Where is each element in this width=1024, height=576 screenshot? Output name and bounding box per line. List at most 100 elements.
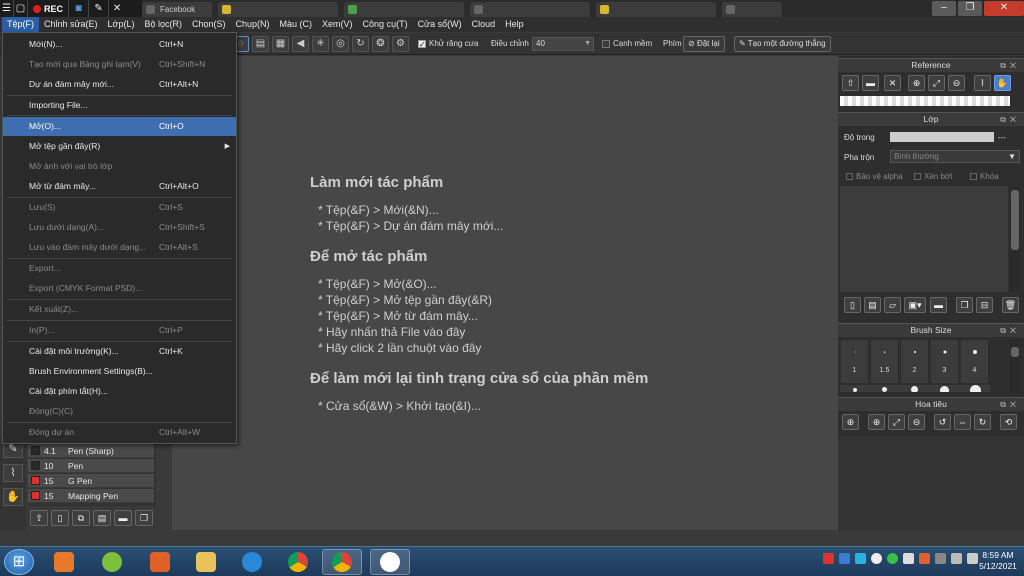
menu-view[interactable]: Xem(V) xyxy=(317,17,358,32)
new-page-icon[interactable]: ▯ xyxy=(51,510,69,526)
hand-icon[interactable]: ✋ xyxy=(3,488,23,506)
hand-icon[interactable]: ✋ xyxy=(994,75,1011,91)
menu-brush-settings[interactable]: Brush Environment Settings(B)... xyxy=(3,362,236,381)
folder-app-icon[interactable] xyxy=(186,549,226,575)
menu-window[interactable]: Cửa sổ(W) xyxy=(413,17,467,32)
browser-tab[interactable] xyxy=(218,2,338,17)
menu-color[interactable]: Màu (C) xyxy=(275,17,318,32)
folder-icon[interactable]: ▬ xyxy=(862,75,879,91)
upload-icon[interactable]: ⇧ xyxy=(30,510,48,526)
restore-icon[interactable]: ❐ xyxy=(958,1,982,16)
adjust-dropdown[interactable]: 40 ▼ xyxy=(532,37,594,51)
menu-edit[interactable]: Chỉnh sửa(E) xyxy=(39,17,103,32)
menu-cloud[interactable]: Cloud xyxy=(467,17,501,32)
tray-app-icon[interactable] xyxy=(839,553,850,564)
tray-app-icon[interactable] xyxy=(903,553,914,564)
tray-flag-icon[interactable] xyxy=(935,553,946,564)
fit-icon[interactable]: ⤢ xyxy=(928,75,945,91)
ring-icon[interactable]: ❂ xyxy=(372,36,389,52)
panel-buttons-icon[interactable]: ⧉✕ xyxy=(1000,59,1020,72)
blend-dropdown[interactable]: Bình thường ▼ xyxy=(890,150,1020,163)
chrome-icon[interactable] xyxy=(278,549,318,575)
browser-tab[interactable] xyxy=(722,2,782,17)
duplicate-icon[interactable]: ❐ xyxy=(135,510,153,526)
hatch-icon[interactable]: ▤ xyxy=(252,36,269,52)
tray-shield-icon[interactable] xyxy=(919,553,930,564)
menu-open-from-cloud[interactable]: Mở từ đám mây... Ctrl+Alt+O xyxy=(3,177,236,196)
layer-scrollbar[interactable] xyxy=(1010,186,1020,292)
merge-layer-icon[interactable]: ⊟ xyxy=(976,297,993,313)
straight-line-button[interactable]: ✎ Tạo một đường thẳng xyxy=(734,36,831,52)
brush-size-cell[interactable]: 3 xyxy=(930,339,959,384)
brush-row[interactable]: 4.1 Pen (Sharp) xyxy=(28,444,154,458)
tray-app-icon[interactable] xyxy=(871,553,882,564)
folder-icon[interactable]: ▬ xyxy=(114,510,132,526)
menu-tools[interactable]: Công cụ(T) xyxy=(358,17,413,32)
tray-v-icon[interactable] xyxy=(823,553,834,564)
brush-size-cell[interactable]: 2 xyxy=(900,339,929,384)
protect-alpha-checkbox[interactable] xyxy=(846,173,853,181)
shield-app-icon[interactable] xyxy=(140,549,180,575)
camera-icon[interactable]: ◙ xyxy=(69,0,90,17)
close-icon[interactable]: ✕ xyxy=(884,75,901,91)
reset-view-icon[interactable]: ⟲ xyxy=(1000,414,1017,430)
menu-shortcut-settings[interactable]: Cài đặt phím tắt(H)... xyxy=(3,382,236,401)
panel-buttons-icon[interactable]: ⧉✕ xyxy=(1000,113,1020,126)
lock-checkbox[interactable] xyxy=(970,173,977,181)
menu-new[interactable]: Mới(N)... Ctrl+N xyxy=(3,35,236,54)
tray-app-icon[interactable] xyxy=(855,553,866,564)
clip-studio-icon[interactable] xyxy=(370,549,410,575)
record-button[interactable]: REC xyxy=(28,0,70,17)
menu-layer[interactable]: Lớp(L) xyxy=(103,17,140,32)
menu-filter[interactable]: Bộ lọc(R) xyxy=(139,17,187,32)
tray-app-icon[interactable] xyxy=(887,553,898,564)
target-icon[interactable]: ◎ xyxy=(332,36,349,52)
browser-tab[interactable] xyxy=(470,2,590,17)
burst-icon[interactable]: ✳ xyxy=(312,36,329,52)
protect-alpha-option[interactable]: Bảo vệ alpha xyxy=(846,172,903,181)
layer-list[interactable] xyxy=(840,186,1008,292)
close-window-icon[interactable]: ✕ xyxy=(984,1,1024,16)
flip-icon[interactable]: ⇔ xyxy=(954,414,971,430)
reset-button[interactable]: ⊘ Đặt lại xyxy=(683,36,725,52)
rotate-left-icon[interactable]: ↺ xyxy=(934,414,951,430)
canvas-area[interactable]: Làm mới tác phẩm * Tệp(&F) > Mới(&N)... … xyxy=(172,56,838,530)
menu-select[interactable]: Chọn(S) xyxy=(187,17,231,32)
zoom-in-icon[interactable]: ⊕ xyxy=(868,414,885,430)
new-vector-layer-icon[interactable]: ▱ xyxy=(884,297,901,313)
edge-checkbox[interactable] xyxy=(602,39,610,48)
panel-buttons-icon[interactable]: ⧉✕ xyxy=(1000,324,1020,337)
brush-size-scrollbar[interactable] xyxy=(1010,339,1020,393)
new-layer-menu-icon[interactable]: ▣▾ xyxy=(904,297,926,313)
paint-app-icon[interactable] xyxy=(92,549,132,575)
network-icon[interactable] xyxy=(951,553,962,564)
menu-capture[interactable]: Chụp(N) xyxy=(231,17,275,32)
menu-preferences[interactable]: Cài đặt môi trường(K)... Ctrl+K xyxy=(3,342,236,361)
window-icon[interactable]: ▢ xyxy=(14,0,28,17)
browser-tab[interactable]: Facebook xyxy=(142,2,212,17)
copy-menu-icon[interactable]: ⧉ xyxy=(72,510,90,526)
clip-option[interactable]: Xén bớt xyxy=(914,172,952,181)
clip-checkbox[interactable] xyxy=(914,173,921,181)
eyedropper-icon[interactable]: ⌇ xyxy=(974,75,991,91)
brush-size-cell[interactable]: 1 xyxy=(840,339,869,384)
panel-buttons-icon[interactable]: ⧉✕ xyxy=(1000,398,1020,411)
grid-icon[interactable]: ▦ xyxy=(272,36,289,52)
trash-icon[interactable]: 🗑 xyxy=(1002,297,1019,313)
rotate-right-icon[interactable]: ↻ xyxy=(974,414,991,430)
chrome-open-icon[interactable] xyxy=(322,549,362,575)
minimize-icon[interactable]: – xyxy=(932,1,956,16)
menu-help[interactable]: Help xyxy=(500,17,529,32)
left-arrow-icon[interactable]: ◀ xyxy=(292,36,309,52)
zoom-out-icon[interactable]: ⊖ xyxy=(908,414,925,430)
new-layer-icon[interactable]: ▯ xyxy=(844,297,861,313)
fit-icon[interactable]: ⤢ xyxy=(888,414,905,430)
browser-tab[interactable] xyxy=(344,2,464,17)
new-raster-layer-icon[interactable]: ▤ xyxy=(864,297,881,313)
brush-size-cell[interactable]: 1.5 xyxy=(870,339,899,384)
brush-row[interactable]: 15 Mapping Pen xyxy=(28,489,154,503)
menu-open-recent[interactable]: Mở tệp gần đây(R) ▶ xyxy=(3,137,236,156)
lock-option[interactable]: Khóa xyxy=(970,172,999,181)
upload-icon[interactable]: ⇧ xyxy=(842,75,859,91)
menu-file[interactable]: Tệp(F) xyxy=(2,17,39,32)
